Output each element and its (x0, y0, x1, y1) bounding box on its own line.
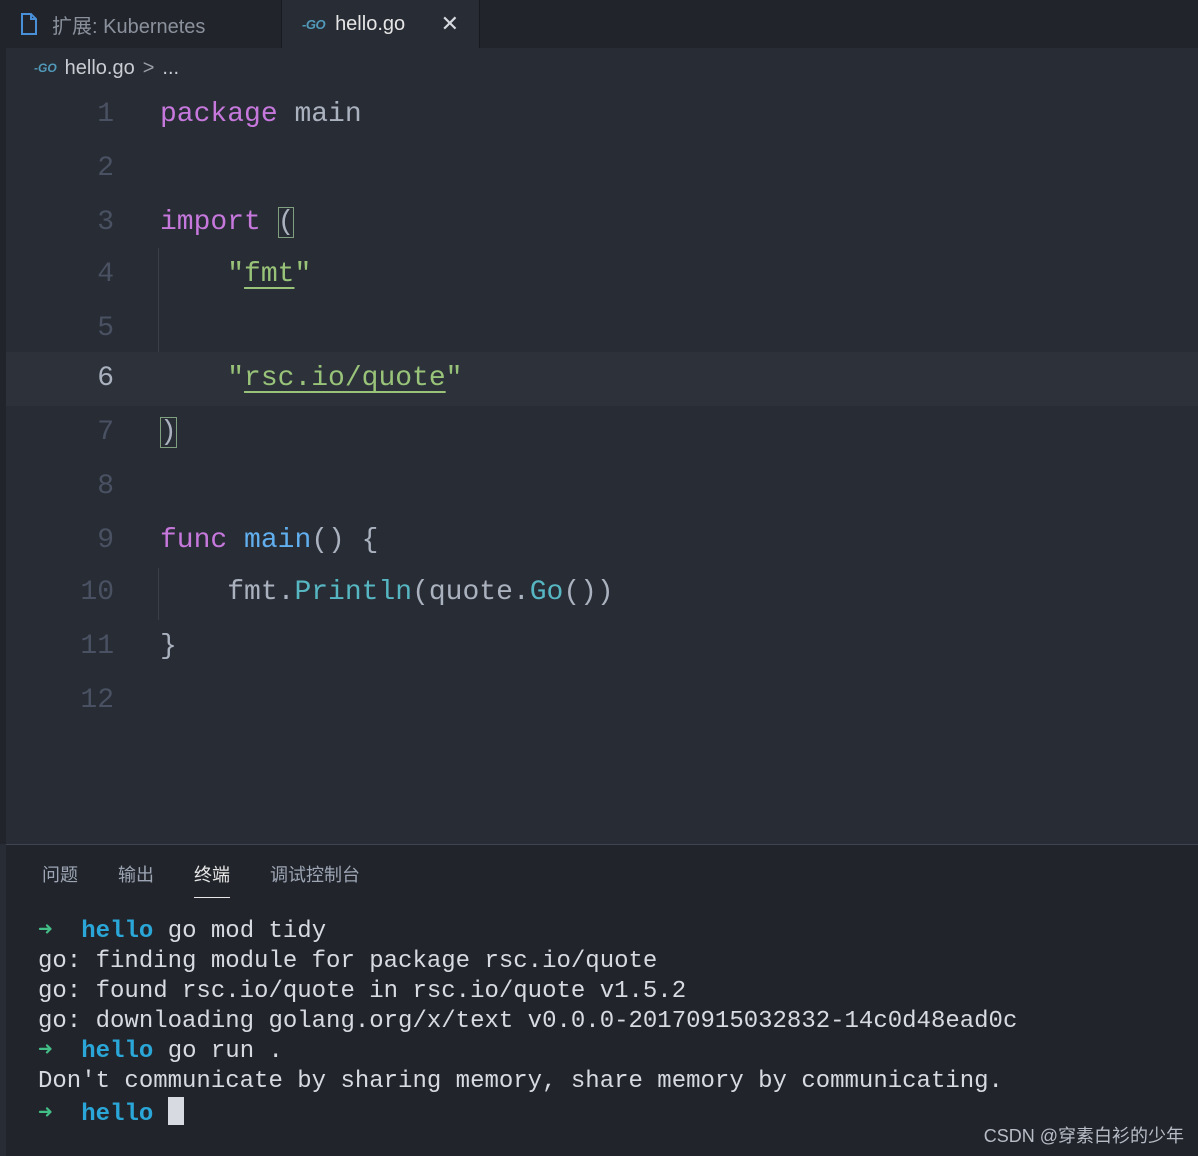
prompt-arrow-icon: ➜ (38, 1101, 53, 1128)
matched-bracket: ) (160, 417, 177, 448)
tab-terminal[interactable]: 终端 (194, 861, 230, 898)
code-text: "fmt" (160, 248, 311, 302)
code-text: import ( (160, 196, 295, 250)
terminal-line: Don't communicate by sharing memory, sha… (38, 1068, 1003, 1095)
close-icon[interactable]: ✕ (441, 13, 459, 35)
quote-token: " (294, 259, 312, 290)
terminal-cursor (167, 1097, 184, 1125)
go-file-icon: -GO (302, 16, 326, 32)
line-number: 6 (97, 363, 114, 394)
code-line: 12 (6, 674, 1198, 728)
identifier-token: quote. (428, 577, 530, 608)
line-number: 9 (97, 525, 114, 556)
method-token: Println (294, 577, 413, 608)
editor-tab-bar: 扩展: Kubernetes -GO hello.go ✕ (0, 0, 1198, 48)
terminal-line: go: finding module for package rsc.io/qu… (38, 948, 658, 975)
line-number: 2 (97, 153, 114, 184)
terminal-line: ➜ hello go mod tidy (38, 917, 1178, 947)
code-line: 11 } (6, 620, 1198, 674)
tab-label: 扩展: Kubernetes (52, 15, 206, 38)
code-text: package main (160, 88, 362, 142)
tab-label-group: -GO hello.go (302, 13, 405, 36)
code-text: ) (160, 406, 177, 460)
code-line: 10 fmt.Println(quote.Go()) (6, 566, 1198, 620)
code-text: } (160, 620, 177, 674)
terminal-line: ➜ hello go run . (38, 1037, 1178, 1067)
go-file-icon: -GO (34, 61, 57, 75)
quote-token: " (227, 363, 245, 394)
code-text: func main() { (160, 514, 378, 568)
keyword-token: import (160, 207, 261, 238)
prompt-arrow-icon: ➜ (38, 1038, 53, 1065)
tab-hello-go[interactable]: -GO hello.go ✕ (282, 0, 480, 48)
code-line: 3 import ( (6, 196, 1198, 250)
terminal-command: go run . (167, 1038, 283, 1065)
identifier-token: fmt. (227, 577, 295, 608)
code-line: 7 ) (6, 406, 1198, 460)
line-number: 4 (97, 259, 114, 290)
bottom-panel: 问题 输出 终端 调试控制台 ➜ hello go mod tidy go: f… (6, 844, 1198, 1156)
code-line: 8 (6, 460, 1198, 514)
code-text: fmt.Println(quote.Go()) (160, 566, 614, 620)
punctuation-token: ( (412, 577, 429, 608)
quote-token: " (227, 259, 245, 290)
code-line: 4 "fmt" (6, 248, 1198, 302)
terminal-line: go: found rsc.io/quote in rsc.io/quote v… (38, 978, 687, 1005)
punctuation-token: } (160, 631, 177, 662)
code-line-current: 6 "rsc.io/quote" (6, 352, 1198, 406)
line-number: 8 (97, 471, 114, 502)
line-number: 5 (97, 313, 114, 344)
keyword-token: package (160, 99, 278, 130)
watermark: CSDN @穿素白衫的少年 (983, 1126, 1184, 1146)
file-icon (21, 13, 37, 35)
punctuation-token: () (311, 525, 345, 556)
terminal-command: go mod tidy (167, 918, 327, 945)
terminal-line: go: downloading golang.org/x/text v0.0.0… (38, 1008, 1018, 1035)
prompt-directory: hello (81, 1038, 154, 1065)
identifier-token: main (294, 99, 362, 130)
chevron-right-icon: > (142, 56, 155, 79)
breadcrumb-file[interactable]: hello.go (65, 57, 135, 80)
tab-output[interactable]: 输出 (118, 861, 154, 898)
code-line: 9 func main() { (6, 514, 1198, 568)
import-path-link[interactable]: rsc.io/quote (244, 363, 446, 394)
method-token: Go (529, 577, 564, 608)
line-number: 3 (97, 207, 114, 238)
quote-token: " (445, 363, 463, 394)
breadcrumb-symbols[interactable]: ... (162, 57, 179, 80)
line-number: 11 (80, 631, 114, 662)
punctuation-token: { (361, 525, 379, 556)
tab-label: hello.go (335, 12, 406, 35)
tab-problems[interactable]: 问题 (42, 861, 78, 898)
line-number: 1 (97, 99, 114, 130)
prompt-directory: hello (81, 1101, 154, 1128)
code-line: 1 package main (6, 88, 1198, 142)
matched-bracket: ( (277, 207, 295, 238)
keyword-token: func (160, 525, 228, 556)
code-editor[interactable]: 1 package main 2 3 import ( 4 "fmt" 5 6 … (6, 88, 1198, 844)
code-text: "rsc.io/quote" (160, 352, 462, 406)
line-number: 10 (80, 577, 114, 608)
code-line: 5 (6, 302, 1198, 356)
function-name-token: main (244, 525, 312, 556)
terminal[interactable]: ➜ hello go mod tidy go: finding module f… (38, 917, 1178, 1128)
import-path-link[interactable]: fmt (244, 259, 294, 290)
code-line: 2 (6, 142, 1198, 196)
panel-tabs: 问题 输出 终端 调试控制台 (42, 861, 400, 898)
prompt-directory: hello (81, 918, 154, 945)
tab-debug-console[interactable]: 调试控制台 (270, 861, 360, 898)
prompt-arrow-icon: ➜ (38, 918, 53, 945)
line-number: 12 (80, 685, 114, 716)
tab-kubernetes-extension[interactable]: 扩展: Kubernetes (0, 0, 282, 48)
breadcrumb: -GO hello.go > ... (0, 48, 1198, 88)
line-number: 7 (97, 417, 114, 448)
punctuation-token: ()) (563, 577, 614, 608)
